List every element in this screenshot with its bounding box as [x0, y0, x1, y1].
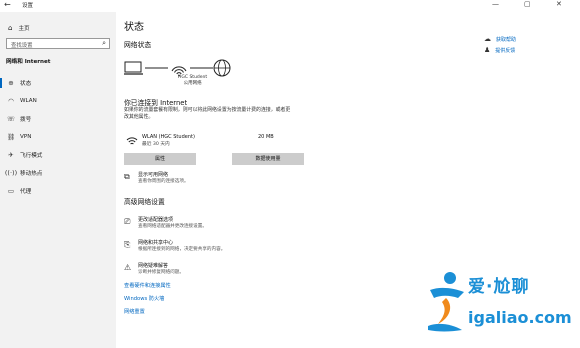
- wlan-usage-period: 最近 30 天内: [142, 142, 170, 147]
- status-icon: ⊕: [8, 79, 14, 87]
- feedback-link[interactable]: ♟ 提供反馈: [484, 46, 515, 54]
- warning-icon: ⚠: [124, 263, 132, 272]
- adapter-options-item[interactable]: ⎚ 更改适配器选项 查看网络适配器并更改连接设置。: [124, 216, 334, 236]
- sidebar-item-label: 代理: [20, 189, 32, 195]
- sharing-icon: ⎘: [124, 240, 131, 249]
- back-arrow-icon[interactable]: ←: [4, 0, 11, 9]
- get-help-link[interactable]: ☁ 获取帮助: [484, 35, 516, 43]
- sidebar-item-label: 拨号: [20, 117, 32, 123]
- network-type: 公用网络: [183, 80, 202, 86]
- sidebar-item-label: 飞行模式: [20, 153, 43, 159]
- sidebar-item-airplane[interactable]: ✈ 飞行模式: [0, 148, 116, 162]
- home-label: 主页: [18, 26, 30, 32]
- properties-button[interactable]: 属性: [124, 153, 196, 165]
- troubleshoot-desc: 诊断并修复网络问题。: [138, 270, 184, 275]
- hardware-properties-link[interactable]: 查看硬件和连接属性: [124, 282, 171, 289]
- watermark-url: igaliao.com: [468, 308, 572, 327]
- hotspot-icon: ((·)): [4, 169, 18, 177]
- wifi-icon: ◠: [8, 97, 14, 105]
- minimize-button[interactable]: —: [492, 0, 499, 8]
- sharing-center-item[interactable]: ⎘ 网络和共享中心 根据所连接到的网络，决定要共享的内容。: [124, 239, 334, 259]
- sidebar-home[interactable]: ⌂ 主页: [8, 24, 30, 32]
- search-box[interactable]: 查找设置 ⌕: [6, 38, 110, 49]
- home-icon: ⌂: [8, 24, 13, 32]
- connected-description: 如果你的流量套餐有限制，则可以将此网络设置为按流量计费的连接，或者更改其他属性。: [124, 107, 291, 120]
- sidebar-item-label: VPN: [20, 134, 32, 140]
- get-help-label: 获取帮助: [496, 36, 517, 43]
- network-name: HGC Student 公用网络: [178, 75, 207, 86]
- firewall-link[interactable]: Windows 防火墙: [124, 295, 164, 302]
- sidebar-item-label: WLAN: [20, 98, 37, 104]
- maximize-button[interactable]: ▢: [524, 0, 531, 8]
- wlan-name: WLAN (HGC Student): [142, 134, 195, 140]
- show-networks-title: 显示可用网络: [138, 172, 169, 178]
- adapter-icon: ⎚: [124, 217, 131, 226]
- sharing-center-desc: 根据所连接到的网络，决定要共享的内容。: [138, 247, 226, 252]
- show-networks-desc: 查看你周围的连接选项。: [138, 179, 189, 184]
- troubleshoot-title: 网络疑难解答: [138, 263, 169, 269]
- sidebar-item-proxy[interactable]: ▭ 代理: [0, 184, 116, 198]
- adapter-options-desc: 查看网络适配器并更改连接设置。: [138, 224, 207, 229]
- search-icon[interactable]: ⌕: [102, 39, 106, 48]
- show-networks-item[interactable]: ⧉ 显示可用网络 查看你周围的连接选项。: [124, 171, 334, 191]
- wlan-connection-row: WLAN (HGC Student) 最近 30 天内 20 MB: [124, 132, 274, 152]
- sidebar-section-title: 网络和 Internet: [6, 59, 51, 65]
- data-usage-button[interactable]: 数据使用量: [232, 153, 304, 165]
- close-button[interactable]: ✕: [556, 0, 562, 8]
- page-title: 状态: [124, 22, 144, 33]
- dialup-icon: ☏: [6, 115, 16, 123]
- network-ssid: HGC Student: [178, 75, 208, 80]
- wifi-icon: [126, 137, 138, 145]
- sidebar-item-label: 状态: [20, 81, 32, 87]
- title-bar: ← 设置 — ▢ ✕: [0, 0, 580, 12]
- advanced-heading: 高级网络设置: [124, 198, 165, 206]
- watermark: 爱·尬聊 igaliao.com: [424, 268, 574, 338]
- sidebar-item-hotspot[interactable]: ((·)) 移动热点: [0, 166, 116, 180]
- adapter-options-title: 更改适配器选项: [138, 217, 174, 223]
- window-title: 设置: [22, 3, 34, 9]
- watermark-logo: [428, 272, 464, 332]
- sidebar-item-label: 移动热点: [20, 171, 43, 177]
- sidebar-item-status[interactable]: ⊕ 状态: [0, 76, 116, 90]
- network-reset-link[interactable]: 网络重置: [124, 308, 145, 315]
- sidebar-item-dialup[interactable]: ☏ 拨号: [0, 112, 116, 126]
- wlan-data-size: 20 MB: [258, 134, 274, 140]
- sharing-center-title: 网络和共享中心: [138, 240, 174, 246]
- troubleshoot-item[interactable]: ⚠ 网络疑难解答 诊断并修复网络问题。: [124, 262, 334, 282]
- network-list-icon: ⧉: [124, 172, 130, 181]
- vpn-icon: ⛓: [6, 133, 16, 141]
- laptop-icon: [124, 61, 143, 75]
- feedback-label: 提供反馈: [495, 47, 516, 54]
- airplane-icon: ✈: [8, 151, 14, 159]
- help-icon: ☁: [484, 35, 491, 43]
- watermark-brand: 爱·尬聊: [468, 277, 530, 297]
- network-status-heading: 网络状态: [124, 41, 152, 49]
- sidebar: ⌂ 主页 查找设置 ⌕ 网络和 Internet ⊕ 状态 ◠ WLAN ☏ 拨…: [0, 12, 116, 348]
- feedback-icon: ♟: [484, 46, 491, 54]
- sidebar-item-wlan[interactable]: ◠ WLAN: [0, 94, 116, 108]
- connected-title: 你已连接到 Internet: [124, 99, 188, 107]
- globe-icon: [213, 59, 231, 77]
- sidebar-item-vpn[interactable]: ⛓ VPN: [0, 130, 116, 144]
- proxy-icon: ▭: [7, 187, 15, 195]
- search-input[interactable]: 查找设置: [11, 41, 33, 49]
